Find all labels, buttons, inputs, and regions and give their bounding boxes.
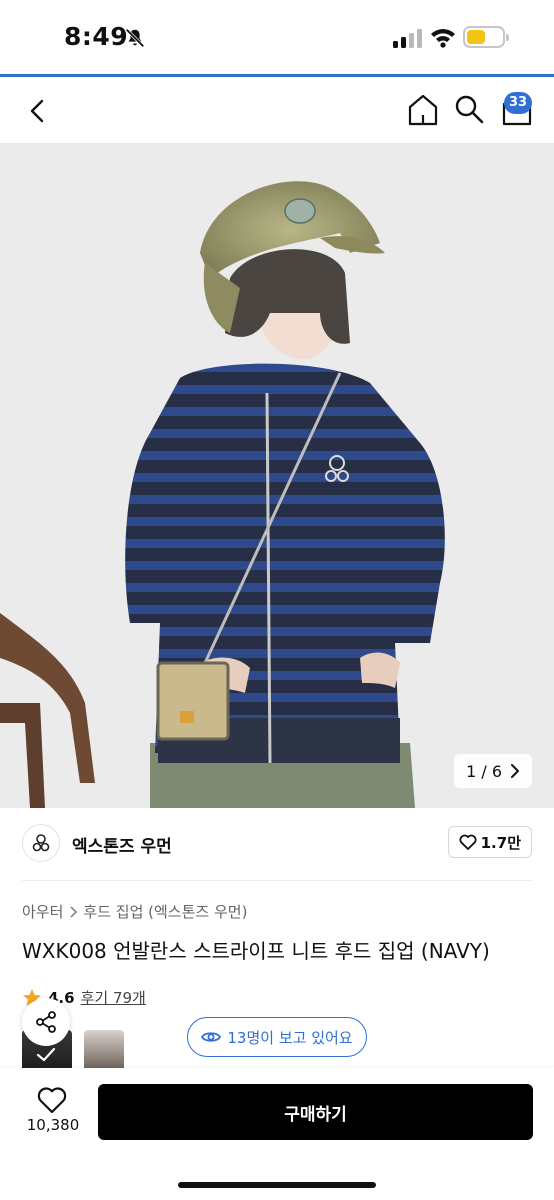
wish-count: 10,380 <box>26 1116 80 1134</box>
product-image[interactable]: 1 / 6 <box>0 143 554 808</box>
reviews-link[interactable]: 후기 79개 <box>81 987 146 1008</box>
product-title: WXK008 언발란스 스트라이프 니트 후드 집업 (NAVY) <box>22 939 490 963</box>
battery-icon <box>463 26 509 48</box>
heart-icon <box>459 834 477 850</box>
battery-level <box>467 30 485 44</box>
brand-logo-icon <box>32 834 50 852</box>
chevron-right-icon <box>511 764 519 778</box>
product-photo <box>0 143 554 808</box>
brand-logo[interactable] <box>22 824 60 862</box>
check-icon <box>36 1047 56 1062</box>
brand-like-count: 1.7만 <box>480 833 521 852</box>
eye-icon <box>201 1032 222 1042</box>
image-counter[interactable]: 1 / 6 <box>454 754 532 788</box>
status-bar: 8:49 <box>0 0 554 76</box>
breadcrumb-subcategory[interactable]: 후드 집업 (엑스톤즈 우먼) <box>83 901 247 922</box>
breadcrumb: 아우터 후드 집업 (엑스톤즈 우먼) <box>22 901 247 922</box>
share-icon <box>36 1011 56 1033</box>
bell-slash-icon <box>125 28 145 48</box>
divider <box>22 880 532 881</box>
cart-count-badge: 33 <box>504 92 533 114</box>
share-button[interactable] <box>22 998 70 1046</box>
home-indicator <box>178 1182 376 1188</box>
bottom-action-bar: 10,380 구매하기 <box>0 1068 554 1200</box>
buy-button[interactable]: 구매하기 <box>98 1084 533 1140</box>
search-icon[interactable] <box>453 93 485 125</box>
signal-icon <box>393 29 422 48</box>
wifi-icon <box>431 29 455 48</box>
chevron-right-icon <box>70 905 78 918</box>
heart-icon[interactable] <box>37 1086 67 1114</box>
status-time: 8:49 <box>64 22 129 51</box>
viewers-indicator: 13명이 보고 있어요 <box>187 1017 367 1057</box>
brand-row[interactable]: 엑스톤즈 우먼 1.7만 <box>0 808 554 880</box>
viewers-label: 13명이 보고 있어요 <box>227 1028 353 1047</box>
color-option-thumbnail[interactable] <box>84 1030 124 1070</box>
breadcrumb-category[interactable]: 아우터 <box>22 901 63 922</box>
app-header <box>0 77 554 143</box>
back-icon[interactable] <box>24 95 52 127</box>
image-counter-label: 1 / 6 <box>466 761 502 781</box>
brand-name[interactable]: 엑스톤즈 우먼 <box>72 832 172 857</box>
brand-like-button[interactable]: 1.7만 <box>447 826 532 858</box>
home-icon[interactable] <box>406 93 440 127</box>
